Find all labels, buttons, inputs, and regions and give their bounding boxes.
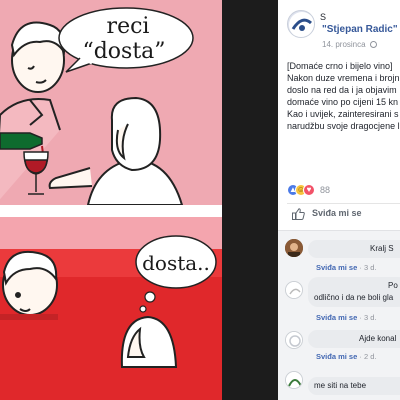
post-photo[interactable]: reci “dosta” dosta..	[0, 0, 278, 400]
divider	[287, 203, 400, 204]
comments-section: Kralj S Sviđa mi se · 3 d. Po odlično i …	[278, 230, 400, 400]
comic-wine-glass	[23, 151, 49, 195]
comic-gutter	[0, 205, 222, 217]
avatar-photo-icon	[285, 239, 303, 257]
commenter-avatar[interactable]	[285, 371, 303, 389]
post-timestamp[interactable]: 14. prosinca	[322, 40, 377, 49]
post-text-line: doslo na red da i ja objavim	[287, 85, 397, 95]
commenter-avatar[interactable]	[285, 331, 303, 349]
comment-bubble: me siti na tebe	[308, 377, 400, 395]
comment-time[interactable]: 3 d.	[364, 313, 377, 322]
avatar-photo-icon	[286, 372, 302, 388]
comment-bubble: Kralj S	[308, 240, 400, 258]
avatar-photo-icon	[286, 282, 302, 298]
comment-text: me siti na tebe	[314, 381, 367, 390]
post-text-line: Nakon duze vremena i brojn	[287, 73, 400, 83]
bottom-bubble-text: dosta..	[142, 251, 210, 275]
top-bubble-line1: reci	[107, 14, 150, 39]
like-button[interactable]: Sviđa mi se	[292, 208, 362, 226]
author-line: S	[320, 12, 327, 22]
top-bubble-line2: “dosta”	[82, 39, 165, 64]
comment-actions: Sviđa mi se · 3 d.	[316, 263, 376, 272]
comic-top-illustration: reci “dosta”	[0, 7, 194, 205]
post-text: [Domaće crno i bijelo vino] Nakon duze v…	[287, 60, 400, 132]
page-logo-icon	[289, 12, 314, 37]
comment-bubble: Ajde konal	[308, 330, 400, 348]
comic-panel-bottom: dosta..	[0, 217, 222, 400]
post-header: S "Stjepan Radic" - " 14. prosinca	[278, 0, 400, 60]
post-text-line: narudžbu svoje dragocjene l	[287, 121, 400, 131]
reactions-summary[interactable]: ▲ ☺ ♥ 88	[287, 184, 397, 198]
like-button-label: Sviđa mi se	[312, 208, 362, 218]
comment-text-line1: Po	[388, 281, 398, 290]
comment-item: me siti na tebe	[278, 365, 400, 400]
comment-text-line2: odlično i da ne boli gla	[314, 293, 394, 302]
post-text-line: [Domaće crno i bijelo vino]	[287, 61, 393, 71]
post-side-panel: S "Stjepan Radic" - " 14. prosinca [Doma…	[278, 0, 400, 400]
comment-item: Ajde konal Sviđa mi se · 2 d.	[278, 327, 400, 363]
comment-item: Kralj S Sviđa mi se · 3 d.	[278, 235, 400, 273]
comic-woman-figure	[48, 96, 184, 205]
comment-like-link[interactable]: Sviđa mi se	[316, 352, 357, 361]
comic-top-speech-bubble: reci “dosta”	[58, 7, 194, 73]
page-name-link[interactable]: "Stjepan Radic" - "	[322, 24, 400, 35]
comment-text: Ajde konal	[359, 334, 397, 343]
thumbs-up-icon	[292, 208, 305, 220]
comic-panel-top: reci “dosta”	[0, 0, 222, 205]
comment-bubble: Po odlično i da ne boli gla	[308, 277, 400, 307]
avatar-photo-icon	[286, 332, 302, 348]
commenter-avatar[interactable]	[285, 281, 303, 299]
comment-like-link[interactable]: Sviđa mi se	[316, 313, 357, 322]
comment-actions: Sviđa mi se · 3 d.	[316, 313, 376, 322]
globe-icon	[369, 41, 377, 48]
commenter-avatar[interactable]	[285, 239, 303, 257]
comment-item: Po odlično i da ne boli gla Sviđa mi se …	[278, 275, 400, 325]
comic-bottom-illustration: dosta..	[0, 217, 222, 400]
heart-reaction-icon: ♥	[303, 184, 315, 196]
post-text-line: Kao i uvijek, zainteresirani s	[287, 109, 399, 119]
comment-actions: Sviđa mi se · 2 d.	[316, 352, 376, 361]
comment-time[interactable]: 2 d.	[364, 352, 377, 361]
reaction-count: 88	[320, 185, 331, 195]
page-avatar[interactable]	[287, 10, 315, 38]
comment-text: Kralj S	[370, 244, 394, 253]
comment-time[interactable]: 3 d.	[364, 263, 377, 272]
comment-like-link[interactable]: Sviđa mi se	[316, 263, 357, 272]
post-text-line: domaće vino po cijeni 15 kn	[287, 97, 399, 107]
post-date-text: 14. prosinca	[322, 40, 366, 49]
